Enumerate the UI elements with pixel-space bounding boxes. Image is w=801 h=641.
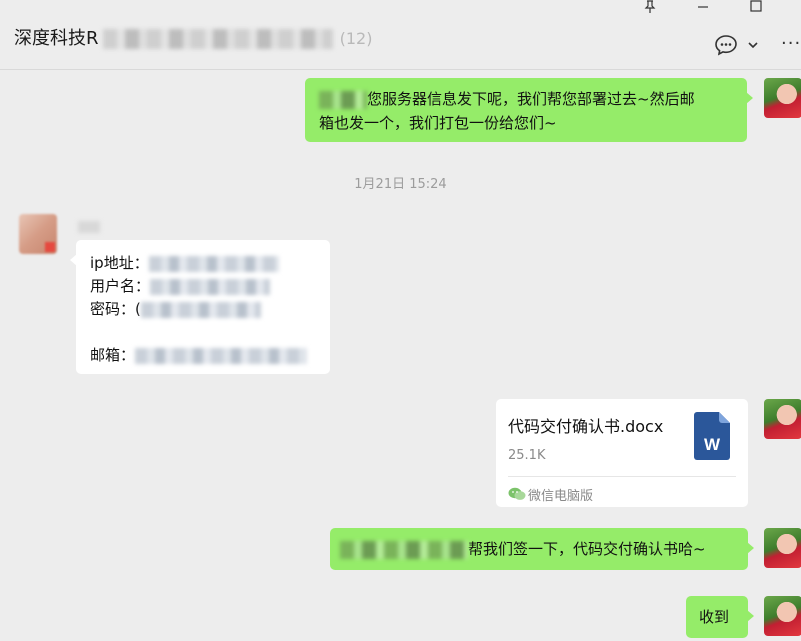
chevron-down-icon[interactable] bbox=[747, 36, 759, 49]
message-bubble[interactable]: 收到 bbox=[686, 596, 754, 638]
username-label: 用户名： bbox=[90, 277, 151, 295]
message-text: 收到 bbox=[699, 608, 730, 626]
chat-header: 深度科技R (12) ··· bbox=[0, 0, 801, 70]
word-document-icon: W bbox=[694, 412, 730, 467]
word-icon-letter: W bbox=[704, 435, 721, 454]
message-bubble[interactable]: 您服务器信息发下呢，我们帮您部署过去~然后邮 箱也发一个，我们打包一份给您们~ bbox=[305, 78, 753, 142]
chat-bubble-icon[interactable] bbox=[714, 34, 738, 60]
username-row: 用户名： bbox=[90, 275, 316, 298]
file-message-card[interactable]: 代码交付确认书.docx 25.1K W 微信电脑版 bbox=[496, 399, 748, 507]
redacted-text bbox=[319, 90, 367, 109]
redacted-email bbox=[135, 347, 308, 364]
ip-row: ip地址： bbox=[90, 252, 316, 275]
redacted-title bbox=[102, 29, 333, 49]
pin-icon[interactable] bbox=[640, 0, 660, 18]
credentials-message[interactable]: ip地址： 用户名： 密码：( 邮箱： bbox=[70, 240, 330, 374]
file-size: 25.1K bbox=[508, 448, 546, 463]
redacted-username bbox=[150, 278, 271, 295]
my-avatar[interactable] bbox=[764, 596, 801, 636]
message-text-continued: 箱也发一个，我们打包一份给您们~ bbox=[319, 114, 557, 132]
maximize-icon[interactable] bbox=[746, 0, 766, 18]
more-icon[interactable]: ··· bbox=[781, 35, 801, 53]
chat-title: 深度科技R (12) bbox=[14, 24, 372, 50]
contact-avatar[interactable] bbox=[19, 214, 57, 254]
my-avatar[interactable] bbox=[764, 399, 801, 439]
ip-label: ip地址： bbox=[90, 254, 149, 272]
email-row: 邮箱： bbox=[90, 344, 316, 367]
sender-name bbox=[78, 221, 100, 233]
redacted-password bbox=[140, 301, 261, 318]
password-row: 密码：( bbox=[90, 298, 316, 321]
wechat-logo-icon bbox=[508, 485, 526, 508]
chat-member-count: (12) bbox=[334, 29, 373, 48]
timestamp: 1月21日 15:24 bbox=[354, 177, 447, 192]
message-bubble[interactable]: 帮我们签一下，代码交付确认书哈~ bbox=[330, 528, 754, 570]
my-avatar[interactable] bbox=[764, 528, 801, 568]
message-line: 您服务器信息发下呢，我们帮您部署过去~然后邮 bbox=[319, 87, 733, 111]
file-source-label: 微信电脑版 bbox=[528, 489, 594, 504]
minimize-icon[interactable] bbox=[693, 0, 713, 18]
my-avatar[interactable] bbox=[764, 78, 801, 118]
redacted-text bbox=[340, 540, 468, 559]
password-label: 密码： bbox=[90, 300, 136, 318]
chat-title-text: 深度科技R bbox=[14, 28, 99, 49]
message-text: 您服务器信息发下呢，我们帮您部署过去~然后邮 bbox=[367, 90, 695, 108]
email-label: 邮箱： bbox=[90, 346, 136, 364]
redacted-ip bbox=[148, 255, 279, 272]
message-text: 帮我们签一下，代码交付确认书哈~ bbox=[468, 540, 706, 558]
file-card-divider bbox=[508, 476, 736, 477]
file-name: 代码交付确认书.docx bbox=[508, 417, 664, 436]
